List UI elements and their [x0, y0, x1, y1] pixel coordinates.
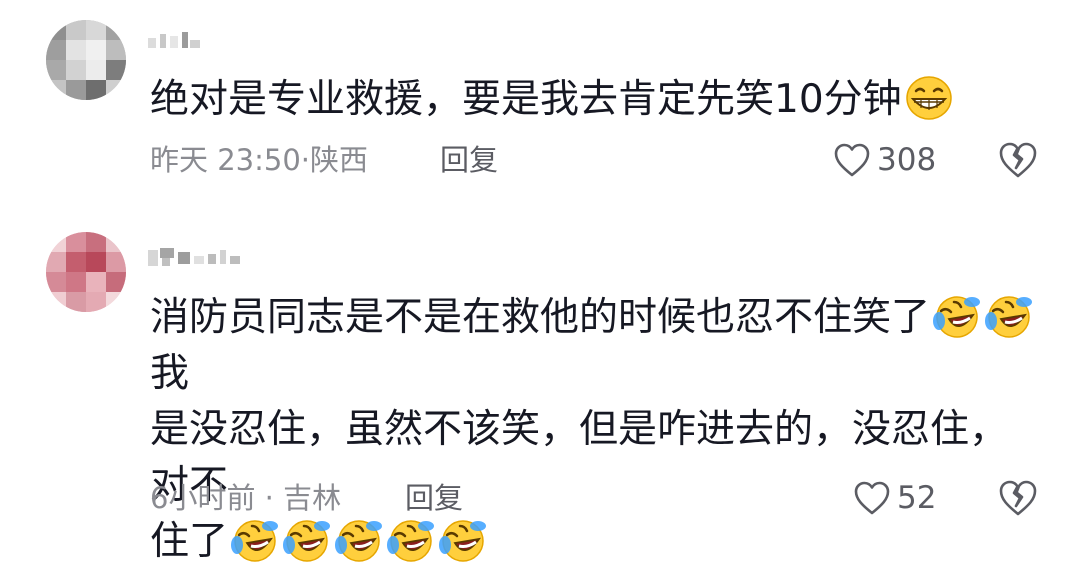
comment-text: 消防员同志是不是在救他的时候也忍不住笑了 我 是没忍住，虽然不该笑，但是咋进去的… — [150, 290, 1045, 570]
comment-text: 绝对是专业救援，要是我去肯定先笑10分钟 — [150, 72, 1045, 128]
grinning-emoji-icon — [904, 75, 954, 121]
reply-button[interactable]: 回复 — [405, 478, 463, 518]
comment-text-body: 绝对是专业救援，要是我去肯定先笑10分钟 — [150, 77, 902, 122]
meta-separator: · — [264, 481, 274, 515]
rolling-laughing-emoji-icon — [984, 293, 1034, 339]
username[interactable] — [148, 30, 218, 52]
rolling-laughing-emoji-icon — [230, 517, 280, 563]
avatar[interactable] — [46, 232, 126, 312]
heart-icon — [854, 481, 890, 515]
comment-meta: 6小时前 · 吉林 — [150, 478, 341, 518]
comment-location: 陕西 — [310, 143, 369, 177]
rolling-laughing-emoji-icon — [386, 517, 436, 563]
like-button[interactable]: 52 — [853, 476, 936, 520]
dislike-button[interactable] — [998, 140, 1038, 180]
broken-heart-icon — [999, 142, 1037, 178]
comment-time: 昨天 23:50 — [150, 143, 301, 177]
comment-time: 6小时前 — [150, 481, 256, 515]
comment-text-line-1: 消防员同志是不是在救他的时候也忍不住笑了 — [150, 295, 931, 340]
comment-text-line-3: 住了 — [150, 519, 229, 564]
rolling-laughing-emoji-icon — [282, 517, 332, 563]
rolling-laughing-emoji-icon — [932, 293, 982, 339]
like-count: 52 — [897, 480, 937, 516]
comment-location: 吉林 — [283, 481, 342, 515]
broken-heart-icon — [999, 480, 1037, 516]
rolling-laughing-emoji-icon — [438, 517, 488, 563]
username[interactable] — [148, 246, 248, 268]
reply-button[interactable]: 回复 — [440, 140, 498, 180]
heart-icon — [834, 143, 870, 177]
meta-separator: · — [300, 143, 311, 177]
like-count: 308 — [877, 142, 937, 178]
comment-text-line-1-tail: 我 — [150, 351, 190, 396]
avatar[interactable] — [46, 20, 126, 100]
dislike-button[interactable] — [998, 478, 1038, 518]
rolling-laughing-emoji-icon — [334, 517, 384, 563]
comment-meta: 昨天 23:50·陕西 — [150, 140, 368, 180]
like-button[interactable]: 308 — [833, 138, 936, 182]
